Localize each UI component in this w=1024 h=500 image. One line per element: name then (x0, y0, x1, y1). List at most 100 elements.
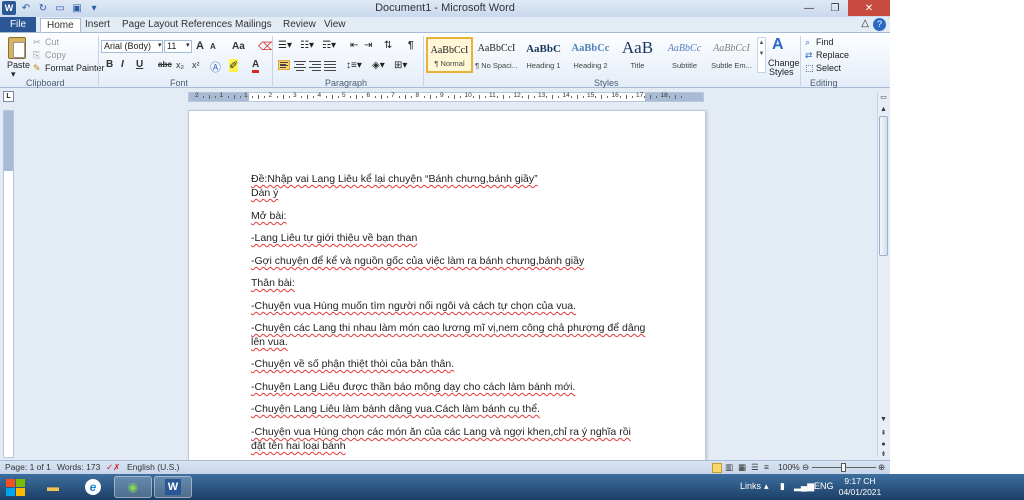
page-count[interactable]: Page: 1 of 1 (5, 462, 51, 472)
decrease-indent-icon[interactable]: ⇤ (350, 40, 358, 51)
internet-explorer-icon[interactable]: e (74, 476, 112, 498)
web-layout-icon[interactable]: ▦ (738, 462, 746, 473)
show-formatting-button[interactable]: ¶ (408, 40, 414, 51)
tab-selector-icon[interactable]: L (3, 91, 14, 102)
browser-app-icon[interactable]: ◉ (114, 476, 152, 498)
highlight-color-icon[interactable]: ✐ (229, 59, 239, 72)
find-button[interactable]: Find (816, 37, 834, 47)
zoom-level[interactable]: 100% (778, 462, 800, 472)
font-color-button[interactable]: A (252, 59, 260, 73)
tab-review[interactable]: Review (283, 18, 316, 32)
font-name-dropdown-icon[interactable]: ▾ (158, 41, 162, 49)
tab-view[interactable]: View (324, 18, 346, 32)
paste-icon[interactable] (8, 37, 26, 59)
underline-button[interactable]: U (136, 59, 143, 70)
print-layout-icon[interactable] (712, 463, 722, 473)
taskbar-clock[interactable]: 9:17 CH 04/01/2021 (830, 476, 890, 498)
strikethrough-button[interactable]: abc (158, 60, 172, 69)
next-page-icon[interactable]: ⇟ (878, 449, 889, 460)
vertical-ruler[interactable] (3, 110, 14, 458)
zoom-in-icon[interactable]: ⊕ (878, 462, 885, 473)
replace-button[interactable]: Replace (816, 50, 849, 60)
doc-line-title: Đề:Nhập vai Lang Liêu kể lại chuyện “Bán… (251, 173, 538, 185)
document-page[interactable]: Đề:Nhập vai Lang Liêu kể lại chuyện “Bán… (188, 110, 706, 465)
change-case-button[interactable]: Aa (232, 41, 245, 52)
borders-icon[interactable]: ⊞▾ (394, 60, 407, 71)
style-heading-2[interactable]: AaBbCc Heading 2 (567, 37, 614, 73)
select-button[interactable]: Select (816, 63, 841, 73)
help-icon[interactable]: ? (873, 18, 886, 31)
style-subtle-emphasis[interactable]: AaBbCcI Subtle Em... (708, 37, 755, 73)
tab-mailings[interactable]: Mailings (235, 18, 272, 32)
minimize-icon[interactable]: — (796, 0, 822, 16)
font-size-dropdown-icon[interactable]: ▾ (186, 41, 190, 49)
network-icon[interactable]: ▂▄▆ (794, 481, 814, 492)
ruler-tick (448, 96, 450, 98)
text-effects-icon[interactable]: Ⓐ (210, 59, 221, 75)
battery-icon[interactable]: ▮ (780, 481, 785, 492)
file-explorer-icon[interactable]: ▬ (34, 476, 72, 498)
change-styles-icon[interactable]: A (772, 36, 784, 54)
numbering-icon[interactable]: ☷▾ (300, 40, 314, 51)
tab-file[interactable]: File (0, 17, 36, 32)
zoom-out-icon[interactable]: ⊖ (802, 462, 809, 473)
shading-icon[interactable]: ◈▾ (372, 60, 385, 71)
superscript-button[interactable]: x² (192, 60, 200, 70)
paste-dropdown-icon[interactable]: ▾ (11, 69, 16, 80)
change-styles-button-line2[interactable]: Styles (769, 67, 794, 77)
ruler-tick (625, 95, 627, 99)
horizontal-ruler[interactable]: 2 1 1 2 3 4 5 6 7 8 9 10 11 12 13 14 15 16 17 18 (188, 92, 704, 102)
proofing-icon[interactable]: ✓✗ (106, 462, 120, 473)
close-icon[interactable]: ✕ (848, 0, 890, 16)
ruler-tick (650, 95, 652, 99)
zoom-slider-thumb[interactable] (841, 463, 846, 472)
tray-expand-icon[interactable]: ▴ (764, 481, 769, 492)
bold-button[interactable]: B (106, 59, 113, 70)
align-right-icon[interactable] (309, 61, 321, 71)
justify-icon[interactable] (324, 61, 336, 71)
style-title[interactable]: AaB Title (614, 37, 661, 73)
cut-button[interactable]: Cut (45, 37, 59, 47)
style-heading-1[interactable]: AaBbC Heading 1 (520, 37, 567, 73)
shrink-font-button[interactable]: A (210, 42, 216, 51)
italic-button[interactable]: I (121, 59, 124, 70)
font-name-input[interactable]: Arial (Body) (101, 40, 163, 53)
outline-icon[interactable]: ☰ (751, 462, 759, 473)
bullets-icon[interactable]: ☰▾ (278, 40, 292, 51)
line-spacing-icon[interactable]: ↕≡▾ (346, 60, 362, 71)
ruler-toggle-icon[interactable]: ▭ (878, 92, 889, 103)
scroll-up-icon[interactable]: ▲ (878, 104, 889, 115)
language-indicator[interactable]: English (U.S.) (127, 462, 179, 472)
full-screen-reading-icon[interactable]: ▥ (725, 462, 733, 473)
ruler-number: 15 (587, 92, 595, 99)
sort-icon[interactable]: ⇅ (384, 40, 392, 51)
grow-font-button[interactable]: A (196, 40, 204, 52)
tab-page-layout[interactable]: Page Layout (122, 18, 178, 32)
start-button[interactable] (4, 477, 28, 497)
style-normal[interactable]: AaBbCcI ¶ Normal (426, 37, 473, 73)
word-taskbar-icon[interactable]: W (154, 476, 192, 498)
maximize-icon[interactable]: ❐ (822, 0, 848, 16)
multilevel-list-icon[interactable]: ☶▾ (322, 40, 336, 51)
scroll-down-icon[interactable]: ▼ (878, 414, 889, 425)
styles-scroll[interactable]: ▲ ▼ (757, 37, 766, 73)
copy-button[interactable]: Copy (45, 50, 66, 60)
previous-page-icon[interactable]: ⇞ (878, 428, 889, 439)
scroll-thumb[interactable] (879, 116, 888, 256)
align-center-icon[interactable] (294, 61, 306, 71)
vertical-scrollbar[interactable]: ▭ ▲ ▼ ⇞ ● ⇟ (877, 92, 889, 460)
style-subtitle[interactable]: AaBbCc Subtitle (661, 37, 708, 73)
tab-references[interactable]: References (181, 18, 232, 32)
draft-icon[interactable]: ≡ (764, 462, 769, 472)
tab-insert[interactable]: Insert (85, 18, 110, 32)
subscript-button[interactable]: x₂ (176, 60, 184, 70)
windows-logo-icon (6, 488, 15, 496)
format-painter-button[interactable]: Format Painter (45, 63, 105, 73)
style-no-spacing[interactable]: AaBbCcI ¶ No Spaci... (473, 37, 520, 73)
collapse-ribbon-icon[interactable]: △ (861, 18, 869, 31)
links-toolbar[interactable]: Links (740, 481, 761, 491)
align-left-icon[interactable] (278, 60, 290, 70)
increase-indent-icon[interactable]: ⇥ (364, 40, 372, 51)
word-count[interactable]: Words: 173 (57, 462, 100, 472)
tab-home[interactable]: Home (40, 18, 81, 32)
